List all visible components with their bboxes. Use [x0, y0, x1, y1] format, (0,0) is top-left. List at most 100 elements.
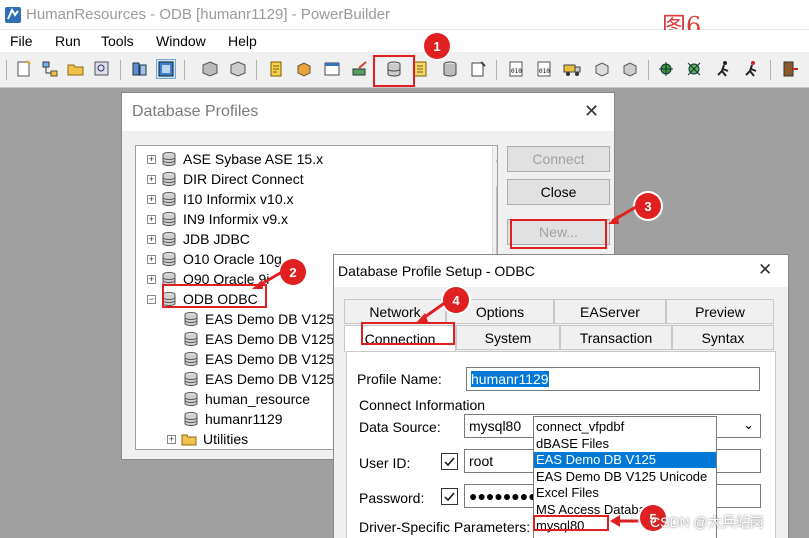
tree-node-label: ASE Sybase ASE 15.x [183, 151, 324, 167]
expand-icon[interactable]: + [147, 214, 156, 224]
annotation-box [533, 515, 609, 531]
tree-node[interactable]: human_resource [183, 389, 310, 409]
database-icon [162, 212, 176, 226]
expand-icon[interactable]: + [147, 274, 156, 284]
application-icon[interactable] [156, 59, 176, 79]
database-icon[interactable] [440, 59, 460, 79]
tab-system[interactable]: System [456, 325, 560, 350]
dropdown-option[interactable]: connect_vfpdbf [534, 419, 716, 435]
expand-icon[interactable]: + [147, 254, 156, 264]
tree-node[interactable]: + IN9 Informix v9.x [147, 209, 288, 229]
run-icon[interactable] [742, 59, 762, 79]
tree-node[interactable]: EAS Demo DB V125 [183, 329, 334, 349]
tree-node[interactable]: + Utilities [167, 429, 248, 449]
tree-node[interactable]: EAS Demo DB V125 [183, 349, 334, 369]
menu-file[interactable]: File [10, 33, 33, 49]
password-label: Password: [359, 490, 425, 506]
edit-icon[interactable] [350, 59, 370, 79]
library-icon[interactable] [130, 59, 150, 79]
expand-icon[interactable]: + [147, 154, 156, 164]
toolbar-separator [256, 60, 257, 80]
close-icon[interactable]: ✕ [758, 260, 772, 280]
database-icon [184, 372, 198, 386]
driver-params-label: Driver-Specific Parameters: [359, 519, 531, 535]
dropdown-option[interactable]: EAS Demo DB V125 Unicode [534, 469, 716, 485]
debug-icon[interactable] [684, 59, 704, 79]
binary-icon[interactable]: 010 [506, 59, 526, 79]
data-source-value: mysql80 [469, 418, 522, 434]
tree-node-label: IN9 Informix v9.x [183, 211, 289, 227]
truck-icon[interactable] [562, 59, 582, 79]
tab-preview[interactable]: Preview [666, 299, 774, 324]
dialog-title-bar: Database Profiles ✕ [122, 93, 614, 131]
tree-node[interactable]: + ASE Sybase ASE 15.x [147, 149, 323, 169]
connected-database-icon [184, 412, 198, 426]
chevron-up-icon[interactable]: ︿ [496, 149, 497, 164]
menu-help[interactable]: Help [228, 33, 257, 49]
close-button[interactable]: Close [507, 179, 610, 205]
password-checkbox[interactable] [441, 488, 458, 505]
dropdown-option[interactable]: dBASE Files [534, 436, 716, 452]
tree-node[interactable]: EAS Demo DB V125 [183, 309, 334, 329]
expand-icon[interactable]: + [147, 174, 156, 184]
inherit-icon[interactable] [40, 59, 60, 79]
open-folder-icon[interactable] [66, 59, 86, 79]
run-icon[interactable] [714, 59, 734, 79]
exit-icon[interactable] [780, 59, 800, 79]
tree-node[interactable]: + JDB JDBC [147, 229, 250, 249]
tab-transaction[interactable]: Transaction [560, 325, 672, 350]
connect-button[interactable]: Connect [507, 146, 610, 172]
connect-info-group-label: Connect Information [359, 397, 486, 413]
cube-icon[interactable] [200, 59, 220, 79]
user-id-value: root [469, 453, 494, 469]
annotation-box [510, 219, 607, 249]
menu-run[interactable]: Run [55, 33, 81, 49]
database-icon [184, 332, 198, 346]
database-icon [162, 172, 176, 186]
menu-tools[interactable]: Tools [101, 33, 134, 49]
tree-node[interactable]: humanr1129 [183, 409, 283, 429]
profile-name-field[interactable]: humanr1129 [466, 367, 760, 391]
script-icon[interactable] [266, 59, 286, 79]
user-id-checkbox[interactable] [441, 453, 458, 470]
pipeline-icon[interactable] [468, 59, 488, 79]
toolbar-grip [6, 60, 7, 80]
tree-node[interactable]: + O10 Oracle 10g [147, 249, 282, 269]
database-icon [162, 192, 176, 206]
profile-name-label: Profile Name: [357, 371, 442, 387]
collapse-icon[interactable]: − [147, 294, 156, 304]
tab-syntax[interactable]: Syntax [672, 325, 774, 350]
dialog-title-bar: Database Profile Setup - ODBC ✕ [334, 255, 788, 287]
menu-window[interactable]: Window [156, 33, 206, 49]
window-icon[interactable] [322, 59, 342, 79]
tree-node-label: Utilities [203, 431, 249, 447]
cube-icon[interactable] [228, 59, 248, 79]
package-icon[interactable] [620, 59, 640, 79]
folder-icon [181, 434, 197, 446]
dropdown-option[interactable]: Excel Files [534, 485, 716, 501]
tree-node-label: DIR Direct Connect [183, 171, 304, 187]
expand-icon[interactable]: + [147, 194, 156, 204]
tab-easerver[interactable]: EAServer [554, 299, 666, 324]
expand-icon[interactable]: + [147, 234, 156, 244]
tree-node[interactable]: EAS Demo DB V125 [183, 369, 334, 389]
password-value: ●●●●●●●● [469, 488, 537, 504]
box-icon[interactable] [294, 59, 314, 79]
package-icon[interactable] [592, 59, 612, 79]
tree-node[interactable]: + DIR Direct Connect [147, 169, 304, 189]
dropdown-option[interactable]: EAS Demo DB V125 [534, 452, 716, 468]
tree-node[interactable]: + I10 Informix v10.x [147, 189, 294, 209]
database-icon [162, 152, 176, 166]
new-icon[interactable] [14, 59, 34, 79]
chevron-down-icon[interactable]: ⌄ [743, 417, 754, 433]
annotation-box [373, 55, 415, 87]
debug-icon[interactable] [656, 59, 676, 79]
browser-icon[interactable] [92, 59, 112, 79]
user-id-label: User ID: [359, 455, 411, 471]
binary-icon[interactable]: 010 [534, 59, 554, 79]
close-icon[interactable]: ✕ [584, 101, 599, 122]
expand-icon[interactable]: + [167, 434, 176, 444]
annotation-arrow [416, 300, 447, 323]
window-title: HumanResources - ODB [humanr1129] - Powe… [26, 6, 391, 23]
tree-node-label: EAS Demo DB V125 [205, 371, 335, 387]
